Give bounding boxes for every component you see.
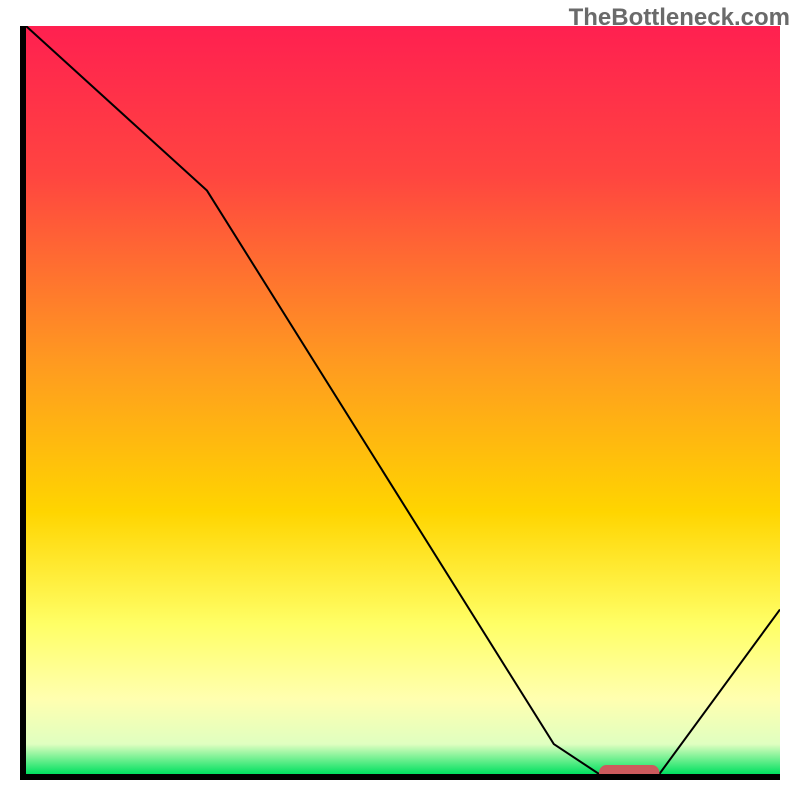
chart-svg [26,26,780,774]
watermark-text: TheBottleneck.com [569,4,790,32]
chart-plot-area [26,26,780,774]
optimal-marker [599,765,659,774]
chart-container: TheBottleneck.com [0,0,800,800]
chart-background [26,26,780,774]
